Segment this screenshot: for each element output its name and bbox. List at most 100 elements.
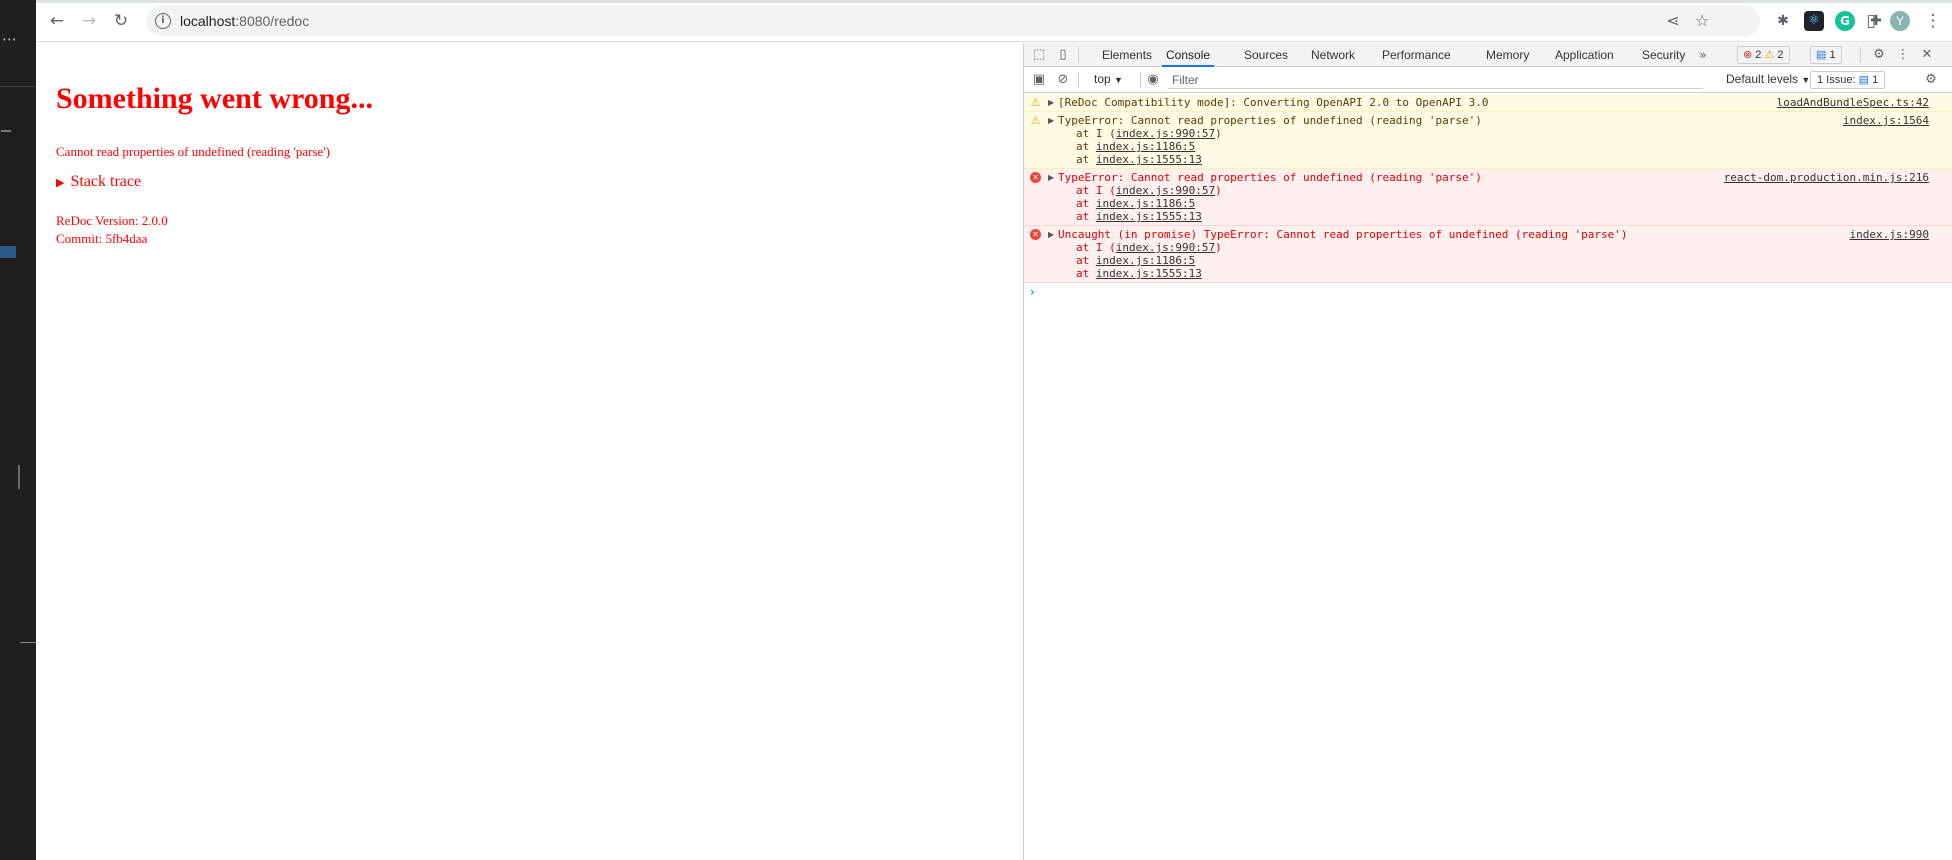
stack-frame-link[interactable]: index.js:990:57 — [1116, 127, 1215, 140]
device-toolbar-icon[interactable]: ▯ — [1054, 46, 1072, 64]
tab-performance[interactable]: Performance — [1382, 43, 1451, 67]
error-count: 2 — [1755, 49, 1762, 61]
expand-triangle-icon[interactable]: ▶ — [1048, 228, 1054, 241]
back-icon[interactable]: ← — [46, 10, 68, 32]
tab-security[interactable]: Security — [1642, 43, 1685, 67]
info-count-badge[interactable]: ▤ 1 — [1810, 46, 1842, 64]
stack-frame-suffix: ) — [1215, 241, 1222, 254]
message-source-link[interactable]: index.js:990 — [1850, 228, 1929, 241]
sidebar-toggle-icon[interactable]: ▣ — [1030, 71, 1048, 89]
tab-memory[interactable]: Memory — [1486, 43, 1529, 67]
stack-frame-prefix: at — [1076, 254, 1096, 267]
side-panel-icon[interactable]: ▯ — [1860, 10, 1882, 32]
stack-frame-link[interactable]: index.js:1186:5 — [1096, 254, 1195, 267]
live-expression-eye-icon[interactable]: ◉ — [1144, 71, 1162, 89]
filter-input[interactable]: Filter — [1168, 71, 1703, 89]
scrollbar-thumb[interactable] — [18, 465, 20, 489]
inspect-element-icon[interactable]: ⬚ — [1030, 46, 1048, 64]
stack-frame: at index.js:1555:13 — [1058, 210, 1952, 223]
log-levels-value: Default levels — [1726, 72, 1799, 86]
devtools-menu-icon[interactable]: ⋮ — [1894, 46, 1912, 64]
console-counts-badge[interactable]: ⊗ 2 ⚠ 2 — [1737, 46, 1790, 64]
stack-frame-link[interactable]: index.js:990:57 — [1116, 241, 1215, 254]
message-text: TypeError: Cannot read properties of und… — [1058, 114, 1482, 127]
stack-frame-link[interactable]: index.js:1186:5 — [1096, 197, 1195, 210]
issues-label: 1 Issue: — [1817, 74, 1856, 86]
grammarly-icon[interactable]: G — [1835, 11, 1855, 31]
stack-trace-toggle[interactable]: ▶ Stack trace — [56, 173, 141, 191]
chevron-down-icon: ▼ — [1114, 75, 1123, 85]
expand-triangle-icon[interactable]: ▶ — [1048, 114, 1054, 127]
stack-frame: at index.js:1186:5 — [1058, 140, 1952, 153]
message-source-link[interactable]: index.js:1564 — [1843, 114, 1929, 127]
stack-trace-label: Stack trace — [70, 173, 142, 190]
divider — [20, 642, 36, 643]
site-info-icon[interactable]: i — [155, 13, 171, 29]
error-icon: ⊗ — [1743, 49, 1753, 61]
tab-sources[interactable]: Sources — [1244, 43, 1288, 67]
settings-gear-icon[interactable]: ⚙ — [1870, 46, 1888, 64]
stack-frame-link[interactable]: index.js:1555:13 — [1096, 267, 1202, 280]
url-text[interactable]: localhost:8080/redoc — [180, 13, 309, 29]
address-bar[interactable]: i localhost:8080/redoc ⋖ ☆ — [146, 6, 1760, 36]
disclosure-triangle-icon: ▶ — [56, 176, 65, 189]
stack-frame-prefix: at — [1076, 210, 1096, 223]
expand-triangle-icon[interactable]: ▶ — [1048, 171, 1054, 184]
stack-frame-prefix: at — [1076, 153, 1096, 166]
reload-icon[interactable]: ↻ — [110, 10, 132, 32]
redoc-error-page: Something went wrong... Cannot read prop… — [36, 43, 1023, 860]
stack-frame-link[interactable]: index.js:1555:13 — [1096, 210, 1202, 223]
console-message-warning[interactable]: ⚠ ▶ index.js:1564 TypeError: Cannot read pr… — [1024, 112, 1952, 169]
message-text: Uncaught (in promise) TypeError: Cannot … — [1058, 228, 1628, 241]
stack-frame: at index.js:1555:13 — [1058, 153, 1952, 166]
divider — [1078, 47, 1079, 63]
extension-bug-icon[interactable]: ✱ — [1773, 11, 1793, 31]
close-devtools-icon[interactable]: ✕ — [1918, 46, 1936, 64]
log-levels-dropdown[interactable]: Default levels ▼ — [1726, 72, 1810, 86]
console-messages: ⚠ ▶ loadAndBundleSpec.ts:42 [ReDoc Compatib… — [1024, 94, 1952, 301]
console-message-error[interactable]: ✕ ▶ react-dom.production.min.js:216 TypeErr… — [1024, 169, 1952, 226]
forward-icon[interactable]: → — [78, 10, 100, 32]
warning-icon: ⚠ — [1030, 114, 1041, 127]
profile-avatar[interactable]: Y — [1890, 11, 1910, 31]
context-value: top — [1094, 72, 1111, 86]
console-toolbar: ▣ ⊘ top ▼ ◉ Filter Default levels ▼ 1 Is… — [1024, 68, 1952, 93]
message-source-link[interactable]: react-dom.production.min.js:216 — [1724, 171, 1929, 184]
stack-frame-prefix: at — [1076, 267, 1096, 280]
bookmark-star-icon[interactable]: ☆ — [1691, 10, 1713, 32]
message-icon: ▤ — [1816, 49, 1827, 61]
browser-window: ← → ↻ i localhost:8080/redoc ⋖ ☆ ✱ ⚛ G ✚ — [36, 0, 1952, 860]
issues-button[interactable]: 1 Issue: ▤ 1 — [1810, 71, 1886, 89]
redoc-commit: Commit: 5fb4daa — [56, 231, 148, 246]
stack-frame-link[interactable]: index.js:990:57 — [1116, 184, 1215, 197]
console-message-warning[interactable]: ⚠ ▶ loadAndBundleSpec.ts:42 [ReDoc Compatib… — [1024, 94, 1952, 112]
expand-triangle-icon[interactable]: ▶ — [1048, 96, 1054, 109]
clear-console-icon[interactable]: ⊘ — [1054, 71, 1072, 89]
more-tabs-chevron-icon[interactable]: » — [1694, 46, 1712, 64]
stack-frame-link[interactable]: index.js:1555:13 — [1096, 153, 1202, 166]
issues-count: 1 — [1872, 74, 1879, 86]
more-icon[interactable]: ⋯ — [2, 30, 18, 48]
devtools-panel: ⬚ ▯ Elements Console Sources Network Per… — [1023, 43, 1952, 860]
tab-network[interactable]: Network — [1311, 43, 1355, 67]
message-source-link[interactable]: loadAndBundleSpec.ts:42 — [1777, 96, 1929, 109]
screen: ⋯ ← → ↻ i localhost:8080/redoc ⋖ ☆ ✱ ⚛ G… — [0, 0, 1952, 860]
share-icon[interactable]: ⋖ — [1662, 10, 1684, 32]
console-prompt[interactable]: › — [1024, 283, 1952, 301]
console-message-error[interactable]: ✕ ▶ index.js:990 Uncaught (in promise) Type… — [1024, 226, 1952, 283]
divider — [1, 130, 11, 132]
stack-frame-prefix: at — [1076, 140, 1096, 153]
react-devtools-icon[interactable]: ⚛ — [1804, 11, 1824, 31]
stack-frame-link[interactable]: index.js:1186:5 — [1096, 140, 1195, 153]
tab-elements[interactable]: Elements — [1102, 43, 1152, 67]
stack-frame: at I (index.js:990:57) — [1058, 184, 1952, 197]
console-settings-gear-icon[interactable]: ⚙ — [1922, 71, 1940, 89]
context-selector[interactable]: top ▼ — [1094, 72, 1123, 86]
url-path: :8080/redoc — [235, 13, 310, 29]
tab-console[interactable]: Console — [1162, 43, 1215, 67]
tab-application[interactable]: Application — [1555, 43, 1614, 67]
browser-menu-icon[interactable]: ⋮ — [1922, 10, 1944, 32]
tab-strip — [36, 0, 1952, 3]
error-icon: ✕ — [1030, 229, 1041, 240]
stack-frame-prefix: at — [1076, 197, 1096, 210]
